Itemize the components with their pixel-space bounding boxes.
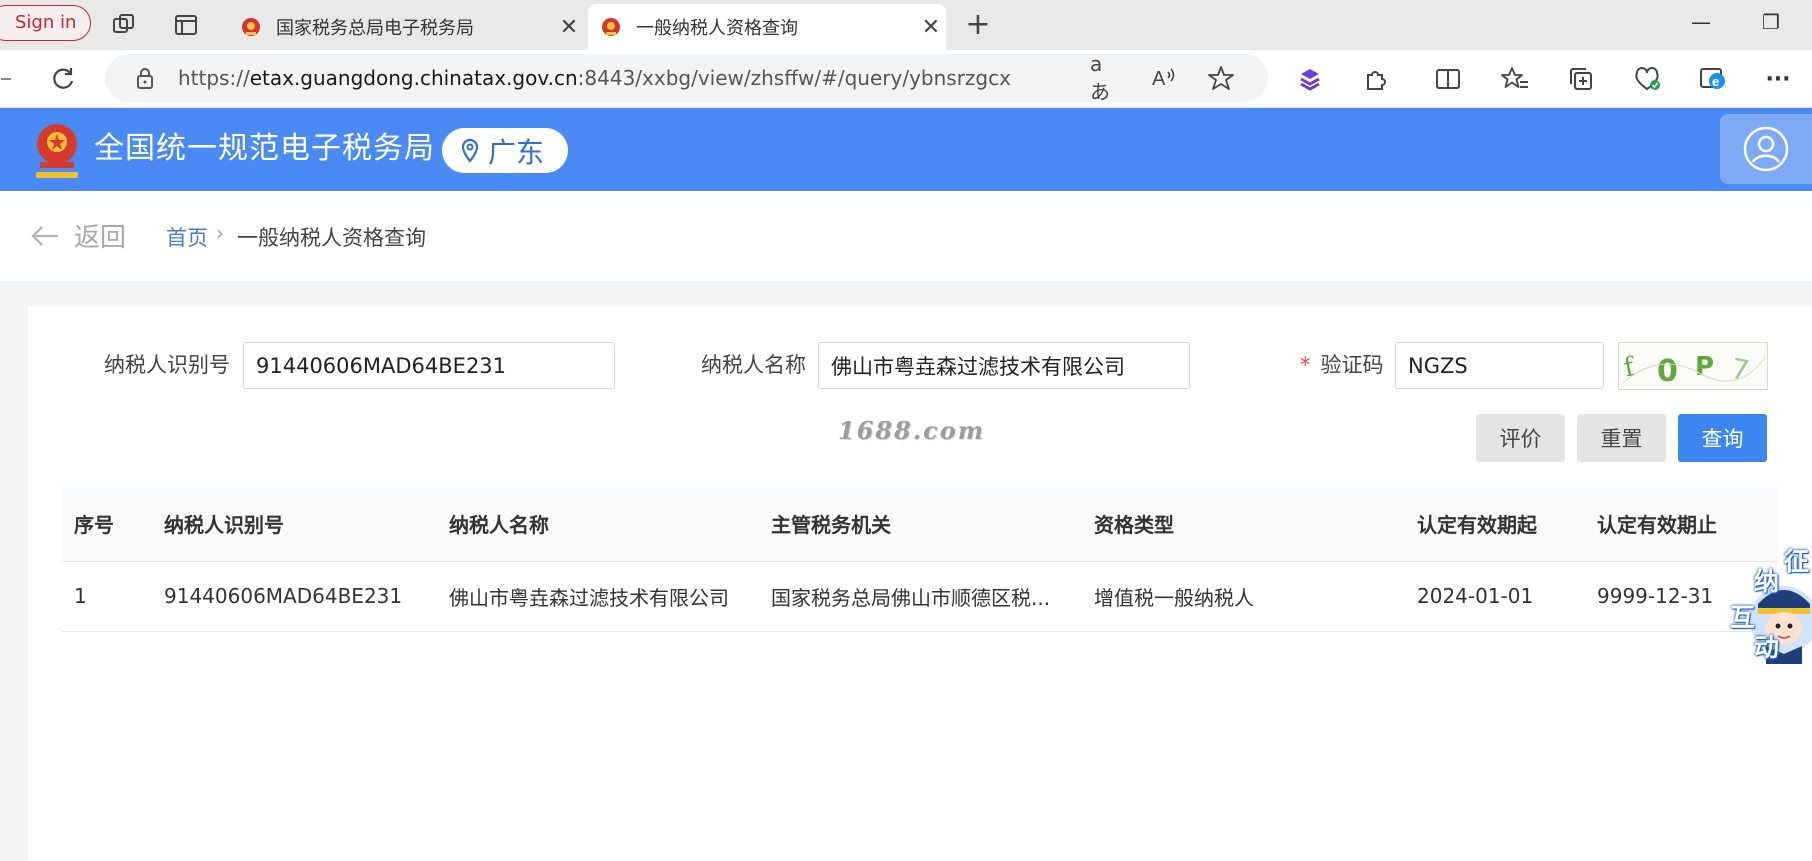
tab-etax-home[interactable]: 国家税务总局电子税务局 ✕ <box>228 4 584 50</box>
helper-char: 互 <box>1730 603 1756 632</box>
table-row[interactable]: 1 91440606MAD64BE231 佛山市粤垚森过滤技术有限公司 国家税务… <box>62 561 1778 632</box>
immersive-reader-icon[interactable]: A <box>1148 62 1180 94</box>
back-button[interactable]: 返回 <box>30 217 126 254</box>
column-header: 序号 <box>62 487 152 562</box>
tab-title: 一般纳税人资格查询 <box>636 18 798 39</box>
evaluate-button[interactable]: 评价 <box>1476 414 1565 462</box>
sign-in-button[interactable]: Sign in <box>0 5 92 41</box>
arrow-left-icon <box>31 225 58 246</box>
column-header: 纳税人识别号 <box>152 487 437 562</box>
column-header: 资格类型 <box>1082 487 1405 562</box>
address-bar[interactable]: https://etax.guangdong.chinatax.gov.cn:8… <box>105 52 1268 104</box>
taxpayer-id-input[interactable] <box>243 342 615 389</box>
captcha-char: f <box>1621 352 1639 384</box>
captcha-char: 7 <box>1729 352 1752 388</box>
column-header: 纳税人名称 <box>437 487 759 562</box>
svg-text:e: e <box>1712 74 1719 89</box>
extensions-icon[interactable] <box>1360 63 1392 95</box>
browser-tab-strip: Sign in 国家税务总局电子税务局 ✕ 一般纳税人资格查询 ✕ + — ❐ <box>0 0 1812 50</box>
taxpayer-name-input[interactable] <box>818 342 1190 389</box>
captcha-label: * 验证码 <box>1300 353 1384 377</box>
workspaces-icon[interactable] <box>108 9 140 41</box>
results-table: 序号 纳税人识别号 纳税人名称 主管税务机关 资格类型 认定有效期起 认定有效期… <box>62 487 1778 632</box>
user-icon <box>1743 126 1789 172</box>
tab-taxpayer-query[interactable]: 一般纳税人资格查询 ✕ <box>588 4 946 50</box>
breadcrumb-bar: 返回 首页 › 一般纳税人资格查询 <box>0 191 1812 281</box>
region-label: 广东 <box>488 135 545 169</box>
captcha-image[interactable]: f 0 P 7 <box>1618 342 1768 390</box>
favorite-star-icon[interactable] <box>1205 62 1237 94</box>
user-avatar[interactable] <box>1720 114 1812 184</box>
breadcrumb-home-link[interactable]: 首页 <box>166 222 208 252</box>
back-nav-icon[interactable] <box>0 63 14 95</box>
close-tab-icon[interactable]: ✕ <box>554 15 584 40</box>
location-pin-icon <box>461 138 479 163</box>
captcha-char: 0 <box>1657 354 1678 389</box>
watermark-text: 1688.com <box>838 416 986 445</box>
restore-button[interactable]: ❐ <box>1756 10 1786 34</box>
browser-essentials-icon[interactable] <box>1631 63 1663 95</box>
table-header-row: 序号 纳税人识别号 纳税人名称 主管税务机关 资格类型 认定有效期起 认定有效期… <box>62 487 1778 562</box>
tab-actions-icon[interactable] <box>170 9 202 41</box>
back-label: 返回 <box>74 223 127 253</box>
table-cell: 佛山市粤垚森过滤技术有限公司 <box>437 561 759 632</box>
site-header: 全国统一规范电子税务局 广东 <box>0 108 1812 191</box>
new-tab-button[interactable]: + <box>960 8 996 42</box>
captcha-input[interactable] <box>1395 342 1604 389</box>
region-selector[interactable]: 广东 <box>442 128 569 173</box>
query-card: 纳税人识别号 纳税人名称 *验证码 f 0 P 7 1688.com 评价 重置… <box>28 306 1812 861</box>
table-cell: 增值税一般纳税人 <box>1082 561 1405 632</box>
ie-mode-icon[interactable]: e <box>1697 63 1729 95</box>
svg-text:A: A <box>1152 68 1166 90</box>
table-cell: 2024-01-01 <box>1405 561 1585 632</box>
required-mark: * <box>1300 353 1311 377</box>
captcha-char: P <box>1695 352 1714 382</box>
table-cell: 国家税务总局佛山市顺德区税... <box>759 561 1082 632</box>
taxpayer-name-label: 纳税人名称 <box>701 353 806 377</box>
tab-title: 国家税务总局电子税务局 <box>276 18 474 39</box>
browser-toolbar: https://etax.guangdong.chinatax.gov.cn:8… <box>0 50 1812 108</box>
favorites-icon[interactable] <box>1499 63 1531 95</box>
close-tab-icon[interactable]: ✕ <box>916 15 946 40</box>
helper-char: 动 <box>1754 633 1780 662</box>
site-title: 全国统一规范电子税务局 <box>94 131 435 166</box>
read-aloud-icon[interactable]: aあ <box>1090 52 1122 104</box>
tax-emblem-icon <box>602 18 620 36</box>
breadcrumb-separator: › <box>216 221 224 245</box>
url-text[interactable]: https://etax.guangdong.chinatax.gov.cn:8… <box>178 54 1011 102</box>
column-header: 认定有效期起 <box>1405 487 1585 562</box>
query-button[interactable]: 查询 <box>1678 414 1767 462</box>
extension-layers-icon[interactable] <box>1294 63 1326 95</box>
table-cell: 91440606MAD64BE231 <box>152 561 437 632</box>
refresh-icon[interactable] <box>47 63 79 95</box>
taxpayer-id-label: 纳税人识别号 <box>104 353 230 377</box>
split-screen-icon[interactable] <box>1432 63 1464 95</box>
column-header: 主管税务机关 <box>759 487 1082 562</box>
helper-char: 征 <box>1784 547 1810 576</box>
reset-button[interactable]: 重置 <box>1577 414 1666 462</box>
helper-char: 纳 <box>1754 567 1780 596</box>
tax-interaction-helper[interactable]: 征 纳 互 动 <box>1718 542 1812 664</box>
table-cell: 1 <box>62 561 152 632</box>
collections-icon[interactable] <box>1565 63 1597 95</box>
lock-icon[interactable] <box>129 62 161 94</box>
national-emblem-logo <box>36 124 78 178</box>
tax-emblem-icon <box>242 18 260 36</box>
breadcrumb-current: 一般纳税人资格查询 <box>237 226 426 250</box>
minimize-button[interactable]: — <box>1686 10 1716 34</box>
more-options-icon[interactable]: ··· <box>1762 63 1794 95</box>
